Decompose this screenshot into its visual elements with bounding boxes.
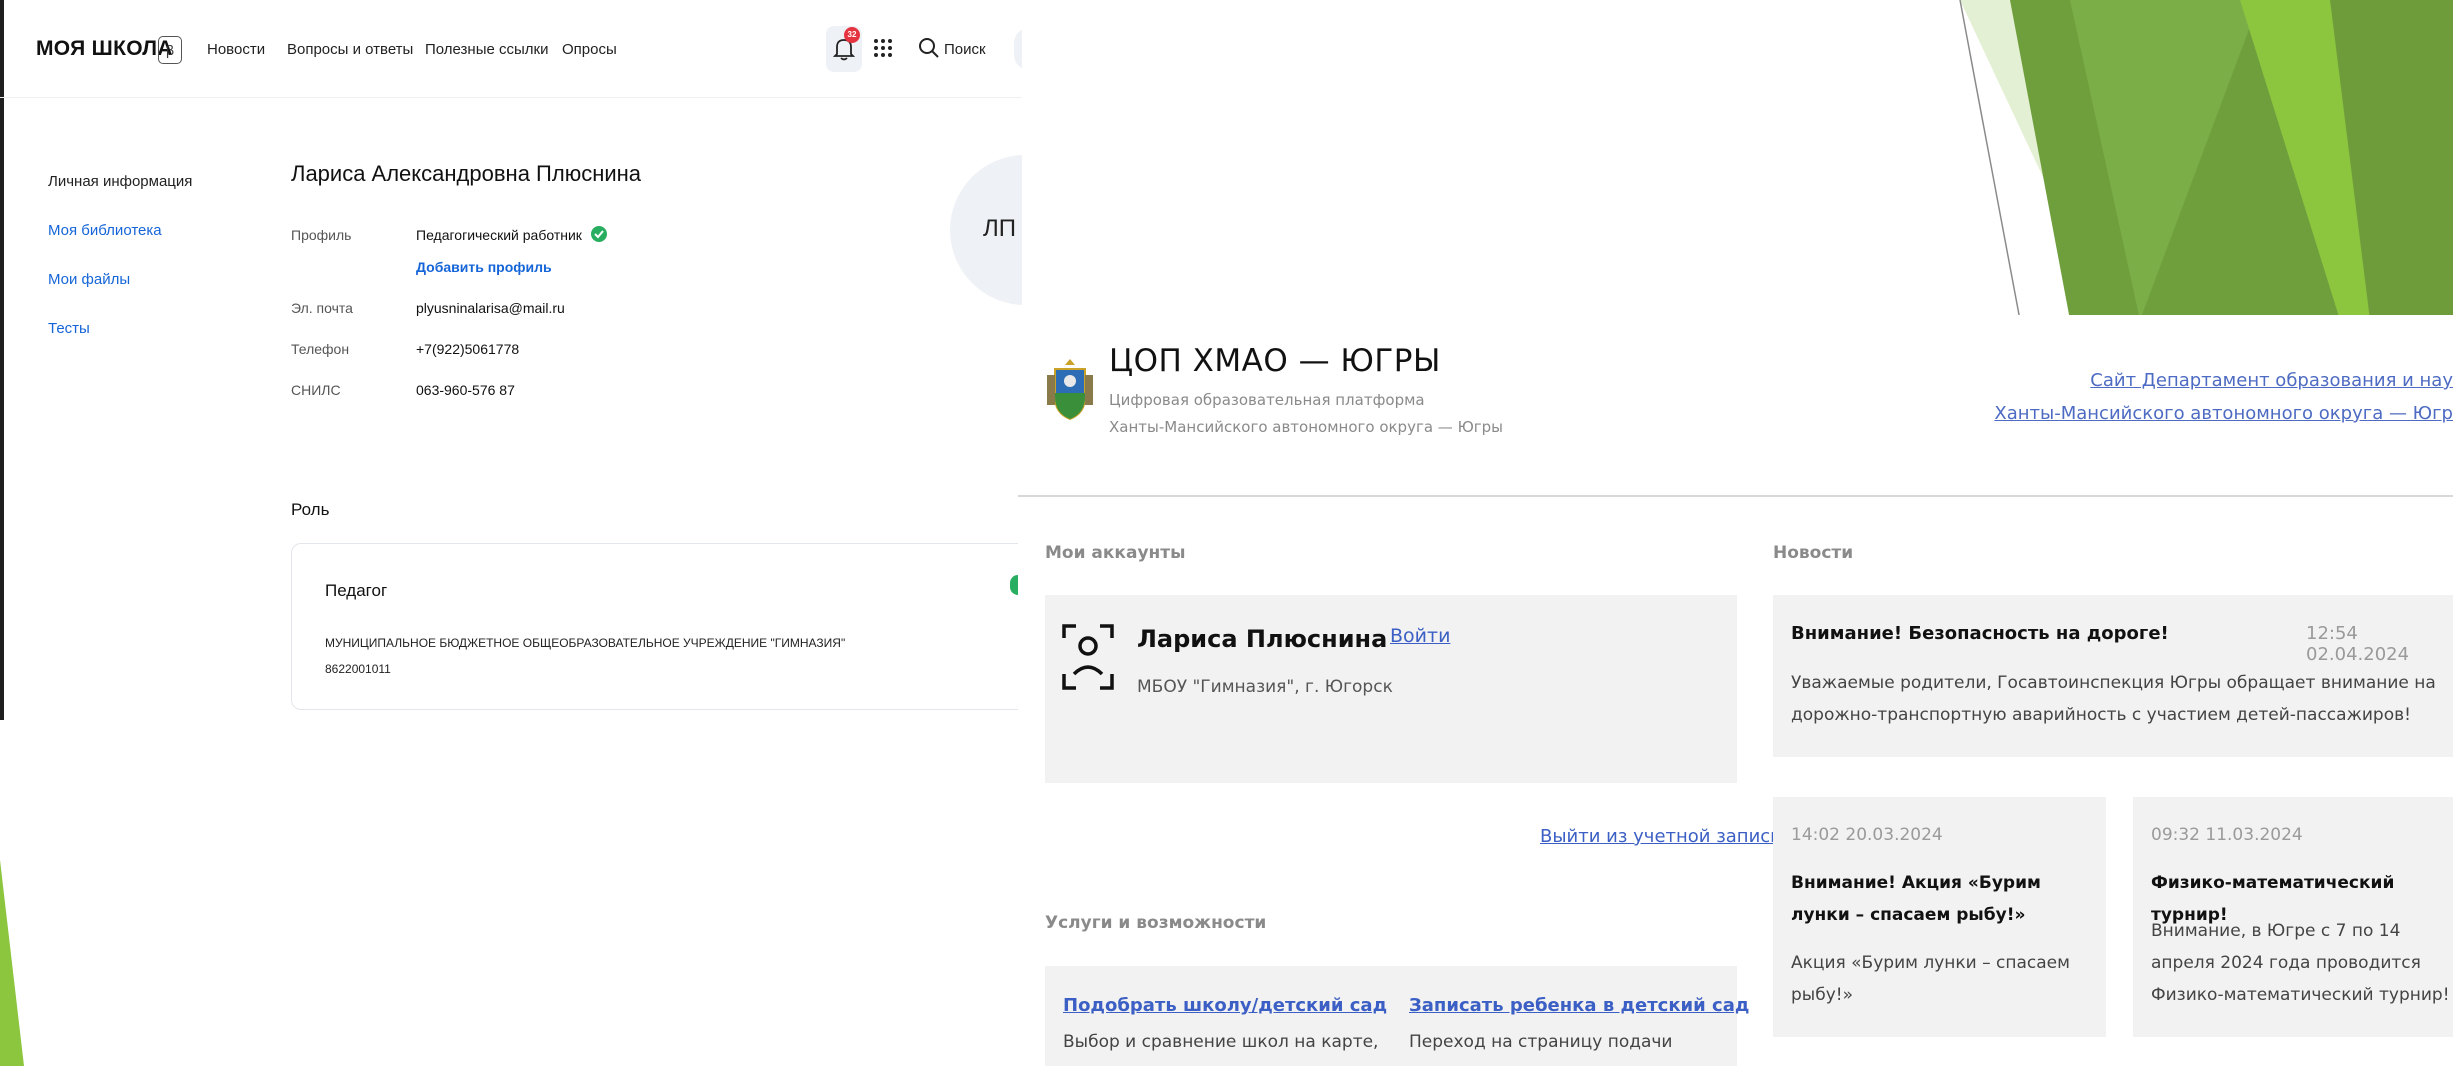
nav-faq[interactable]: Вопросы и ответы (287, 41, 413, 58)
logout-link[interactable]: Выйти из учетной записи (1540, 826, 1782, 847)
platform-region: Ханты-Мансийского автономного округа — Ю… (1109, 418, 1504, 436)
phone-label: Телефон (291, 341, 350, 357)
nav-news[interactable]: Новости (207, 41, 265, 58)
role-name: Педагог (325, 581, 388, 600)
sidebar-item-personal-info[interactable]: Личная информация (48, 173, 192, 190)
role-organization: МУНИЦИПАЛЬНОЕ БЮДЖЕТНОЕ ОБЩЕОБРАЗОВАТЕЛЬ… (325, 630, 885, 682)
service-link-choose-school[interactable]: Подобрать школу/детский сад (1063, 995, 1387, 1016)
top-navbar: МОЯ ШКОЛА β Новости Вопросы и ответы Пол… (0, 0, 1022, 98)
snils-value: 063-960-576 87 (416, 382, 515, 398)
role-org-inn: 8622001011 (325, 662, 391, 676)
news-text: Внимание, в Югре с 7 по 14 апреля 2024 г… (2151, 921, 2450, 1005)
services-section-title: Услуги и возможности (1045, 913, 1267, 933)
left-border (0, 0, 4, 720)
email-label: Эл. почта (291, 300, 353, 316)
user-account-icon (1062, 624, 1114, 690)
news-title[interactable]: Внимание! Безопасность на дороге! (1791, 623, 2169, 644)
service-link-kindergarten[interactable]: Записать ребенка в детский сад (1409, 995, 1749, 1016)
profile-label: Профиль (291, 227, 352, 243)
platform-subtitle: Цифровая образовательная платформа (1109, 391, 1425, 409)
department-site-link-line2[interactable]: Ханты-Мансийского автономного округа — Ю… (1994, 403, 2453, 424)
role-card[interactable] (291, 543, 1022, 710)
search-icon[interactable] (918, 37, 940, 59)
coat-of-arms-icon (1047, 359, 1093, 421)
nav-useful-links[interactable]: Полезные ссылки (425, 41, 549, 58)
search-button[interactable]: Поиск (944, 41, 986, 58)
news-text: Акция «Бурим лунки – спасаем рыбу!» (1791, 953, 2070, 1005)
sidebar-item-files[interactable]: Мои файлы (48, 271, 130, 288)
phone-value: +7(922)5061778 (416, 341, 520, 357)
snils-label: СНИЛС (291, 382, 341, 398)
user-avatar-button[interactable] (1014, 28, 1022, 70)
login-link[interactable]: Войти (1390, 625, 1450, 647)
news-title[interactable]: Внимание! Акция «Бурим лунки – спасаем р… (1791, 867, 2091, 931)
account-name: Лариса Плюснина (1137, 625, 1388, 653)
header-divider (1018, 495, 2453, 497)
department-site-link[interactable]: Сайт Департамент образования и нау (2090, 370, 2453, 391)
news-text: Уважаемые родители, Госавтоинспекция Югр… (1791, 673, 2436, 725)
avatar-initials: ЛП (983, 215, 1016, 242)
news-timestamp: 12:54 02.04.2024 (2306, 623, 2410, 665)
profile-full-name: Лариса Александровна Плюснина (291, 161, 642, 186)
news-section-title: Новости (1773, 543, 1854, 563)
beta-badge: β (158, 36, 182, 64)
sidebar-item-tests[interactable]: Тесты (48, 320, 90, 337)
verified-check-icon (591, 226, 607, 242)
nav-surveys[interactable]: Опросы (562, 41, 617, 58)
sidebar-item-library[interactable]: Моя библиотека (48, 222, 162, 239)
news-timestamp: 14:02 20.03.2024 (1791, 825, 1943, 845)
app-logo[interactable]: МОЯ ШКОЛА (36, 37, 173, 61)
platform-title[interactable]: ЦОП ХМАО — ЮГРЫ (1109, 343, 1441, 379)
email-value: plyusninalarisa@mail.ru (416, 300, 565, 316)
role-org-name: МУНИЦИПАЛЬНОЕ БЮДЖЕТНОЕ ОБЩЕОБРАЗОВАТЕЛЬ… (325, 636, 846, 650)
account-school: МБОУ "Гимназия", г. Югорск (1137, 677, 1393, 697)
service-description: Переход на страницу подачи (1409, 1032, 1673, 1052)
profile-value: Педагогический работник (416, 227, 582, 243)
add-profile-link[interactable]: Добавить профиль (416, 259, 552, 275)
accounts-section-title: Мои аккаунты (1045, 543, 1186, 563)
service-description: Выбор и сравнение школ на карте, (1063, 1032, 1379, 1052)
notification-count-badge: 32 (844, 27, 860, 43)
role-section-title: Роль (291, 500, 330, 519)
cop-hmao-window: ЦОП ХМАО — ЮГРЫ Цифровая образовательная… (1018, 315, 2453, 1066)
news-timestamp: 09:32 11.03.2024 (2151, 825, 2303, 845)
profile-avatar[interactable]: ЛП (950, 155, 1022, 305)
moya-shkola-window: МОЯ ШКОЛА β Новости Вопросы и ответы Пол… (0, 0, 1022, 720)
apps-grid-icon[interactable] (873, 38, 893, 58)
